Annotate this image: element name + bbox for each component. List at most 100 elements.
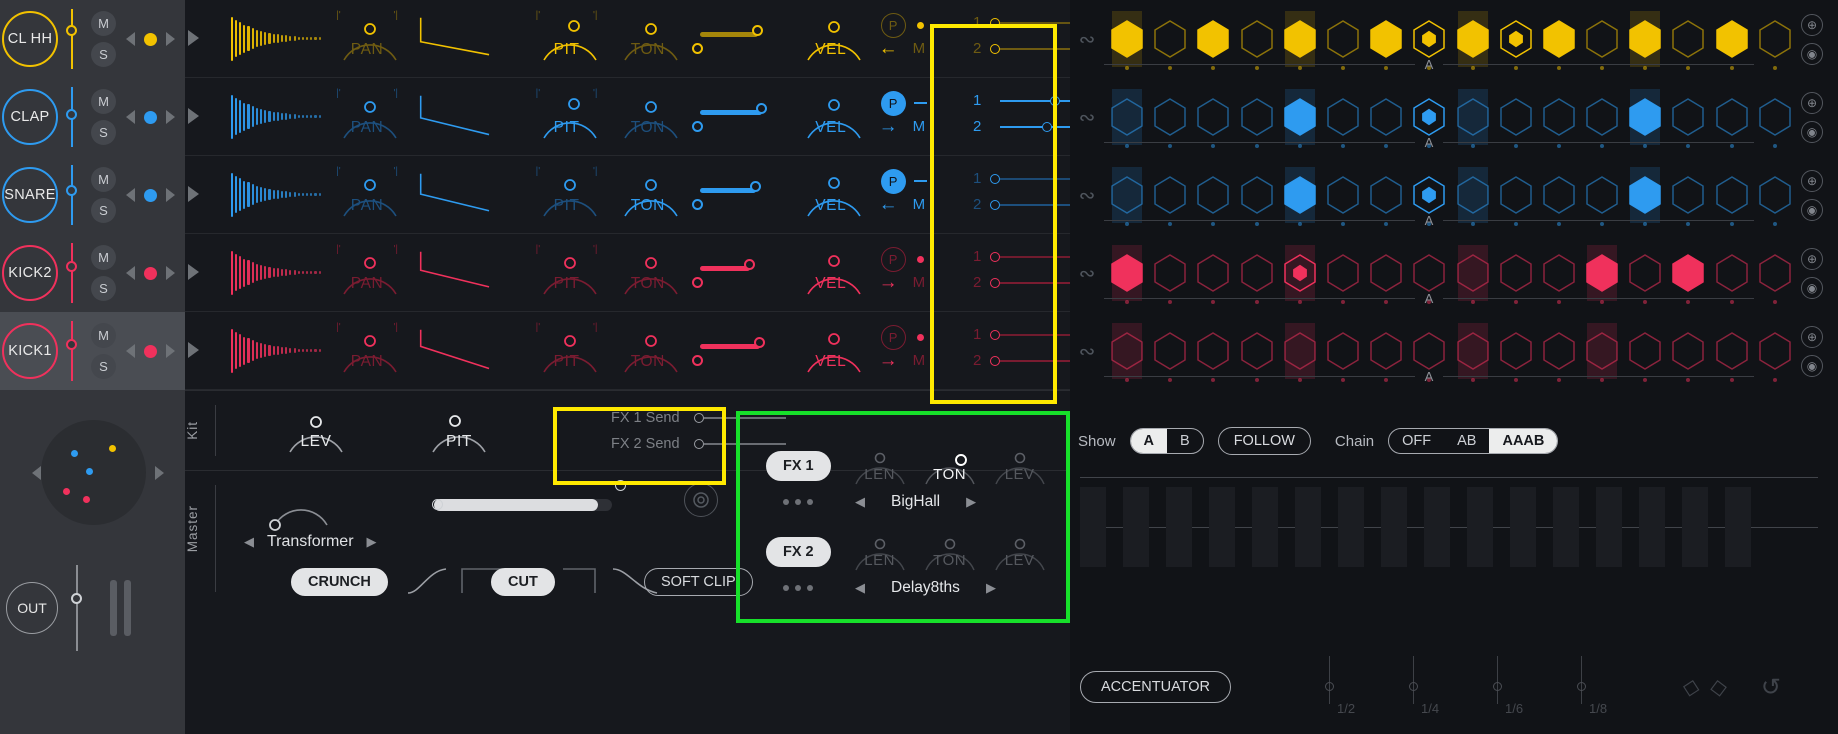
vel-knob[interactable]: VEL	[794, 12, 868, 66]
track-color-dot[interactable]	[144, 344, 157, 358]
track-slider-handle[interactable]	[66, 25, 77, 36]
track-level-slider[interactable]	[62, 163, 82, 227]
fx1-lev-knob[interactable]: LEV	[985, 443, 1055, 489]
track-name-badge[interactable]: KICK1	[2, 323, 58, 379]
amplitude-envelope-display[interactable]	[230, 16, 323, 62]
waveform-icon[interactable]: ∾	[1070, 27, 1104, 52]
track-header-kick1[interactable]: KICK1 M S	[0, 312, 185, 390]
track-slider-handle[interactable]	[66, 261, 77, 272]
add-step-icon[interactable]: ⊕	[1801, 248, 1823, 270]
tone-slider[interactable]	[692, 173, 783, 217]
automation-column[interactable]	[1467, 487, 1493, 567]
master-preset-selector[interactable]: ◀ Transformer ▶	[244, 533, 377, 551]
probability-button[interactable]: P	[880, 90, 906, 116]
midi-label[interactable]: M	[913, 274, 926, 291]
master-fader-handle-low[interactable]	[432, 499, 443, 510]
automation-column[interactable]	[1381, 487, 1407, 567]
add-step-icon[interactable]: ⊕	[1801, 92, 1823, 114]
automation-column[interactable]	[1424, 487, 1450, 567]
track-prev-icon[interactable]	[126, 266, 135, 280]
envelope-shape-display[interactable]	[417, 168, 509, 222]
step-button[interactable]	[1756, 323, 1794, 382]
xy-prev-icon[interactable]	[31, 465, 41, 480]
show-option-a[interactable]: A	[1130, 429, 1168, 453]
automation-column[interactable]	[1725, 487, 1751, 567]
fx2-send-row[interactable]: 2	[973, 36, 1070, 62]
division-sliders[interactable]: 1/2 1/4 1/6 1/8	[1323, 656, 1633, 718]
midi-label[interactable]: M	[913, 118, 926, 135]
track-prev-icon[interactable]	[126, 32, 135, 46]
kit-lev-knob[interactable]: LEV	[276, 404, 356, 458]
automation-column[interactable]	[1123, 487, 1149, 567]
tone-slider[interactable]	[692, 329, 783, 373]
track-color-dot[interactable]	[144, 266, 157, 280]
fx2-send-row[interactable]: 2	[973, 192, 1070, 218]
midi-label[interactable]: M	[913, 196, 926, 213]
fx2-button[interactable]: FX 2	[766, 537, 831, 567]
kit-pit-knob[interactable]: PIT	[419, 404, 499, 458]
track-level-slider[interactable]	[62, 319, 82, 383]
solo-button[interactable]: S	[91, 354, 116, 379]
probability-button[interactable]: P	[880, 168, 906, 194]
direction-arrow-icon[interactable]: →	[879, 272, 898, 294]
fx1-send-row[interactable]: 1	[973, 10, 1070, 36]
crunch-button[interactable]: CRUNCH	[291, 568, 388, 596]
midi-label[interactable]: M	[913, 352, 926, 369]
amplitude-envelope-display[interactable]	[230, 328, 323, 374]
waveform-icon[interactable]: ∾	[1070, 105, 1104, 130]
probability-button[interactable]: P	[880, 12, 906, 38]
envelope-shape-display[interactable]	[417, 12, 509, 66]
division-slider-1-8[interactable]: 1/8	[1575, 656, 1633, 718]
ton-knob[interactable]: TON	[611, 90, 685, 144]
track-next-icon[interactable]	[166, 344, 175, 358]
accentuator-button[interactable]: ACCENTUATOR	[1080, 671, 1232, 703]
fx1-preset-next-icon[interactable]: ▶	[966, 494, 976, 510]
fx2-preset-prev-icon[interactable]: ◀	[855, 580, 865, 596]
track-play-icon[interactable]	[188, 30, 199, 46]
solo-button[interactable]: S	[91, 198, 116, 223]
master-drive-knob[interactable]	[261, 477, 341, 531]
track-next-icon[interactable]	[166, 266, 175, 280]
track-header-cl-hh[interactable]: CL HH M S	[0, 0, 185, 78]
fx2-send-row[interactable]: 2	[973, 348, 1070, 374]
automation-column[interactable]	[1166, 487, 1192, 567]
probability-button[interactable]: P	[880, 324, 906, 350]
master-preset-next-icon[interactable]: ▶	[367, 534, 377, 550]
track-level-slider[interactable]	[62, 85, 82, 149]
track-header-clap[interactable]: CLAP M S	[0, 78, 185, 156]
fx1-send-row[interactable]: 1	[973, 244, 1070, 270]
track-name-badge[interactable]: CLAP	[2, 89, 58, 145]
pit-knob[interactable]: |' '| PIT	[530, 88, 604, 144]
track-level-slider[interactable]	[62, 241, 82, 305]
fx2-preset-next-icon[interactable]: ▶	[986, 580, 996, 596]
mute-button[interactable]: M	[91, 89, 116, 114]
pit-knob[interactable]: |' '| PIT	[530, 322, 604, 378]
track-name-badge[interactable]: CL HH	[2, 11, 58, 67]
xy-next-icon[interactable]	[154, 465, 164, 480]
fx1-preset-selector[interactable]: ◀ BigHall ▶	[855, 493, 976, 511]
pan-knob[interactable]: |' '| PAN	[330, 244, 404, 300]
envelope-shape-display[interactable]	[417, 246, 509, 300]
pan-knob[interactable]: |' '| PAN	[330, 88, 404, 144]
automation-column[interactable]	[1682, 487, 1708, 567]
amplitude-envelope-display[interactable]	[230, 172, 323, 218]
automation-column[interactable]	[1553, 487, 1579, 567]
amplitude-envelope-display[interactable]	[230, 94, 323, 140]
track-name-badge[interactable]: KICK2	[2, 245, 58, 301]
track-color-dot[interactable]	[144, 32, 157, 46]
track-color-dot[interactable]	[144, 188, 157, 202]
fx2-ton-knob[interactable]: TON	[915, 529, 985, 575]
chain-option-off[interactable]: OFF	[1389, 429, 1444, 453]
waveform-icon[interactable]: ∾	[1070, 261, 1104, 286]
envelope-shape-display[interactable]	[417, 324, 509, 378]
vel-knob[interactable]: VEL	[794, 324, 868, 378]
solo-button[interactable]: S	[91, 120, 116, 145]
envelope-shape-display[interactable]	[417, 90, 509, 144]
division-slider-1-2[interactable]: 1/2	[1323, 656, 1381, 718]
tone-slider[interactable]	[692, 251, 783, 295]
amplitude-envelope-display[interactable]	[230, 250, 323, 296]
record-step-icon[interactable]: ◉	[1801, 355, 1823, 377]
add-step-icon[interactable]: ⊕	[1801, 326, 1823, 348]
mute-button[interactable]: M	[91, 11, 116, 36]
fx2-send-row[interactable]: 2	[973, 114, 1070, 140]
